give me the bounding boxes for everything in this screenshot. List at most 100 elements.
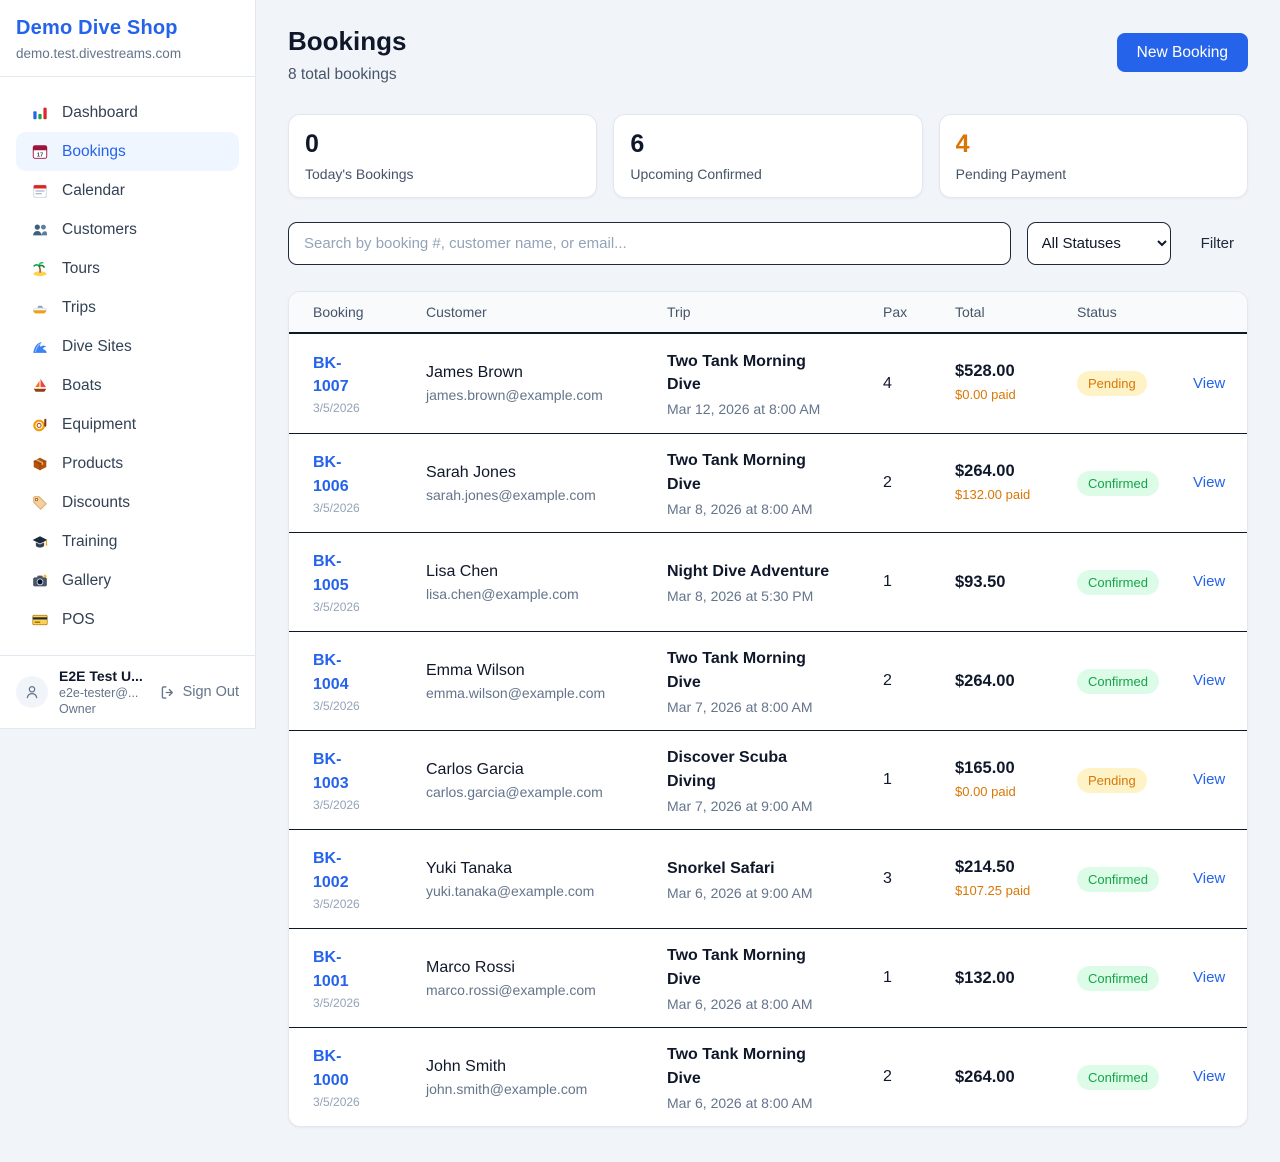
status-badge: Confirmed [1077,570,1159,595]
booking-id-link[interactable]: BK-1000 [313,1045,371,1091]
view-link[interactable]: View [1193,771,1225,788]
user-role: Owner [59,702,148,716]
action-cell: View [1193,771,1225,789]
page-subtitle: 8 total bookings [288,66,406,84]
status-cell: Confirmed [1077,966,1193,991]
customer-cell: Carlos Garcia carlos.garcia@example.com [426,761,667,800]
sidebar-item-pos[interactable]: POS [16,600,239,639]
sidebar-item-products[interactable]: Products [16,444,239,483]
total-amount: $264.00 [955,462,1077,481]
action-cell: View [1193,870,1225,888]
filter-button[interactable]: Filter [1187,235,1248,252]
total-amount: $528.00 [955,362,1077,381]
user-email: e2e-tester@... [59,686,148,700]
total-cell: $214.50 $107.25 paid [955,858,1077,900]
column-header: Total [955,292,1077,332]
status-badge: Confirmed [1077,1065,1159,1090]
person-icon [23,683,41,701]
view-link[interactable]: View [1193,672,1225,689]
column-header: Booking [313,292,426,332]
view-link[interactable]: View [1193,969,1225,986]
booking-id-link[interactable]: BK-1004 [313,649,371,695]
booking-cell: BK-1007 3/5/2026 [313,352,426,415]
trip-cell: Two Tank Morning Dive Mar 8, 2026 at 8:0… [667,449,883,516]
sidebar-item-dive-sites[interactable]: Dive Sites [16,327,239,366]
total-amount: $132.00 [955,969,1077,988]
dashboard-icon [30,103,49,122]
sidebar-item-equipment[interactable]: Equipment [16,405,239,444]
trip-cell: Two Tank Morning Dive Mar 12, 2026 at 8:… [667,350,883,417]
pax-cell: 1 [883,771,955,789]
sidebar-item-trips[interactable]: Trips [16,288,239,327]
trip-cell: Two Tank Morning Dive Mar 6, 2026 at 8:0… [667,944,883,1011]
customer-name: Emma Wilson [426,662,667,680]
view-link[interactable]: View [1193,474,1225,491]
customer-cell: Yuki Tanaka yuki.tanaka@example.com [426,860,667,899]
booking-id-link[interactable]: BK-1002 [313,847,371,893]
sidebar-item-tours[interactable]: Tours [16,249,239,288]
pax-cell: 1 [883,969,955,987]
booking-date: 3/5/2026 [313,501,426,515]
table-row: BK-1002 3/5/2026 Yuki Tanaka yuki.tanaka… [289,829,1247,928]
sidebar-item-discounts[interactable]: Discounts [16,483,239,522]
booking-id-link[interactable]: BK-1006 [313,451,371,497]
sidebar-item-calendar[interactable]: Calendar [16,171,239,210]
sidebar-item-label: Products [62,455,123,473]
trip-datetime: Mar 6, 2026 at 9:00 AM [667,885,883,901]
booking-id-link[interactable]: BK-1005 [313,550,371,596]
booking-cell: BK-1001 3/5/2026 [313,946,426,1009]
view-link[interactable]: View [1193,1068,1225,1085]
action-cell: View [1193,474,1225,492]
total-cell: $165.00 $0.00 paid [955,759,1077,801]
booking-date: 3/5/2026 [313,798,426,812]
booking-cell: BK-1004 3/5/2026 [313,649,426,712]
booking-id-link[interactable]: BK-1003 [313,748,371,794]
status-badge: Pending [1077,371,1147,396]
trip-cell: Two Tank Morning Dive Mar 6, 2026 at 8:0… [667,1043,883,1110]
total-amount: $165.00 [955,759,1077,778]
filter-row: All Statuses Filter [288,222,1248,265]
paid-amount: $132.00 paid [955,486,1033,504]
sidebar-item-dashboard[interactable]: Dashboard [16,93,239,132]
customer-cell: Emma Wilson emma.wilson@example.com [426,662,667,701]
pax-cell: 2 [883,1068,955,1086]
sidebar-item-training[interactable]: Training [16,522,239,561]
speedboat-icon [30,298,49,317]
table-row: BK-1007 3/5/2026 James Brown james.brown… [289,334,1247,433]
search-input[interactable] [288,222,1011,265]
trip-name: Two Tank Morning Dive [667,1043,839,1089]
view-link[interactable]: View [1193,375,1225,392]
view-link[interactable]: View [1193,870,1225,887]
sidebar-item-label: Customers [62,221,137,239]
view-link[interactable]: View [1193,573,1225,590]
sidebar-item-customers[interactable]: Customers [16,210,239,249]
column-header: Customer [426,292,667,332]
customer-email: carlos.garcia@example.com [426,784,667,800]
trip-cell: Discover Scuba Diving Mar 7, 2026 at 9:0… [667,746,883,813]
customer-email: sarah.jones@example.com [426,487,667,503]
paid-amount: $0.00 paid [955,783,1033,801]
customer-email: lisa.chen@example.com [426,586,667,602]
customer-email: emma.wilson@example.com [426,685,667,701]
total-amount: $214.50 [955,858,1077,877]
sidebar-item-boats[interactable]: Boats [16,366,239,405]
stat-value: 0 [305,130,580,159]
action-cell: View [1193,375,1225,393]
sidebar-item-gallery[interactable]: Gallery [16,561,239,600]
bookings-icon: 17 [30,142,49,161]
trip-datetime: Mar 8, 2026 at 5:30 PM [667,588,883,604]
status-cell: Confirmed [1077,570,1193,595]
status-cell: Pending [1077,768,1193,793]
sign-out-button[interactable]: Sign Out [159,684,239,701]
booking-id-link[interactable]: BK-1001 [313,946,371,992]
customer-email: john.smith@example.com [426,1081,667,1097]
pax-cell: 2 [883,672,955,690]
new-booking-button[interactable]: New Booking [1117,33,1248,72]
trip-cell: Snorkel Safari Mar 6, 2026 at 9:00 AM [667,857,883,901]
booking-id-link[interactable]: BK-1007 [313,352,371,398]
sidebar-item-bookings[interactable]: 17 Bookings [16,132,239,171]
main-content: Bookings 8 total bookings New Booking 0 … [256,0,1280,1159]
trip-name: Two Tank Morning Dive [667,647,839,693]
booking-cell: BK-1005 3/5/2026 [313,550,426,613]
status-select[interactable]: All Statuses [1027,222,1171,265]
